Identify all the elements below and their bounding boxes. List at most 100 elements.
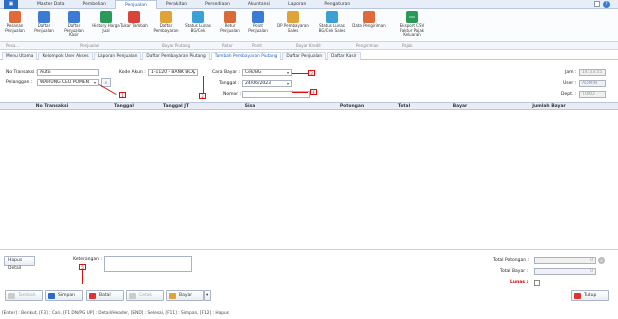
keterangan-textarea[interactable] [104,256,192,272]
tanggal-label: Tanggal : [219,81,240,86]
help-icon[interactable]: ? [603,1,610,8]
cashier-list-icon [68,11,80,23]
nomor-label: Nomor : [223,92,242,97]
save-icon [48,293,55,299]
app-menu-icon[interactable]: ▣ [4,0,18,9]
check-status-icon [192,11,204,23]
dept-label: Dept. : [561,92,577,97]
sales-check-status-icon [326,11,338,23]
chevron-down-icon: ▾ [206,293,209,298]
dept-field: TOKO [579,91,606,98]
jam-label: Jam : [565,70,577,75]
chevron-down-icon: ▾ [93,80,96,85]
undo-icon [89,293,96,299]
eksport-csv-button[interactable]: CSV Eksport CSV Faktur Pajak Keluaran [394,11,430,38]
group-pengiriman: Pengiriman [356,43,379,48]
tab-pengaturan[interactable]: Pengaturan [315,0,359,9]
batal-button[interactable]: Batal [86,290,124,301]
group-retur: Retur [222,43,233,48]
dp-pembayaran-sales-button[interactable]: DP Pembayaran Sales [276,11,310,33]
tab-perakitan[interactable]: Perakitan [157,0,196,9]
user-field: ADMIN [579,80,606,87]
annotation-arrow [292,73,308,74]
bayar-dropdown-button[interactable]: ▾ [204,290,211,301]
kode-akun-label: Kode Akun : [119,70,146,75]
annotation-marker-1: 1 [119,92,126,98]
total-bayar-field: 0 [534,268,596,275]
total-potongan-field: 0 [534,257,596,264]
payment-list-icon [160,11,172,23]
chevron-down-icon: ▾ [192,70,195,75]
tab-laporan-penjualan[interactable]: Laporan Penjualan [93,52,142,60]
group-bayar-kredit: Bayar Kredit [296,43,321,48]
bayar-button[interactable]: Bayar [166,290,204,301]
user-label: User : [563,81,577,86]
retur-penjualan-button[interactable]: Retur Penjualan [216,11,244,33]
simpan-button[interactable]: Simpan [45,290,83,301]
pesanan-penjualan-button[interactable]: Pesanan Penjualan [1,11,29,33]
tab-master-data[interactable]: Master Data [28,0,74,9]
tab-laporan[interactable]: Laporan [279,0,315,9]
status-lunas-bg-cek-button[interactable]: Status Lunas BG/Cek [184,11,212,33]
pelanggan-label: Pelanggan : [6,80,33,85]
order-icon [9,11,21,23]
cetak-button[interactable]: Cetak [126,290,164,301]
lunas-label: Lunas : [510,280,529,285]
point-penjualan-button[interactable]: Point Penjualan [244,11,272,33]
tab-daftar-kasir[interactable]: Daftar Kasir [327,52,361,60]
grid-body[interactable] [0,110,618,250]
annotation-arrow [82,268,83,284]
ribbon: Pesanan Penjualan Daftar Penjualan Dafta… [0,9,618,42]
group-pajak: Pajak [402,43,413,48]
cara-bayar-label: Cara Bayar : [212,70,240,75]
total-potongan-label: Total Potongan : [493,258,530,263]
daftar-penjualan-kasir-button[interactable]: Daftar Penjualan Kasir [60,11,88,38]
daftar-pembayaran-button[interactable]: Daftar Pembayaran [152,11,180,33]
tab-pembelian[interactable]: Pembelian [74,0,115,9]
grid-header: No Transaksi Tanggal Tanggal JT Sisa Pot… [0,102,618,110]
down-payment-icon [287,11,299,23]
tab-penjualan[interactable]: Penjualan [115,0,157,9]
data-pengiriman-button[interactable]: Data Pengiriman [352,11,386,29]
tutup-button[interactable]: Tutup [571,290,609,301]
group-point: Point [252,43,262,48]
history-harga-jual-button[interactable]: History Harga Jual [92,11,120,33]
annotation-arrow [292,92,308,93]
ribbon-group-row: Pesa... Penjualan Bayar Piutang Retur Po… [0,42,618,50]
chevron-down-icon: ▾ [286,70,289,75]
jam-field: 14:33:55 [579,69,606,76]
annotation-marker-4: 4 [310,89,317,95]
tukar-tambah-button[interactable]: Tukar Tambah [120,11,148,29]
csv-icon: CSV [406,11,418,23]
tab-tambah-pembayaran-piutang[interactable]: Tambah Pembayaran Piutang [210,52,282,60]
status-lunas-bg-cek-sales-button[interactable]: Status Lunas BG/Cek Sales [314,11,350,33]
tab-menu-utama[interactable]: Menu Utama [2,52,38,60]
tambah-button[interactable]: Tambah [5,290,43,301]
no-transaksi-label: No Transaksi : [6,70,38,75]
tanggal-field[interactable]: 24/06/2023 ▾ [242,80,292,87]
group-bayar-piutang: Bayar Piutang [162,43,190,48]
hapus-detail-button[interactable]: Hapus Detail [4,256,35,271]
minimize-ribbon-icon[interactable] [594,1,600,7]
cara-bayar-field[interactable]: Cek/BG ▾ [242,69,292,76]
tab-akuntansi[interactable]: Akuntansi [239,0,279,9]
lunas-checkbox[interactable] [534,280,540,286]
tab-daftar-penjualan[interactable]: Daftar Penjualan [282,52,327,60]
tab-persediaan[interactable]: Persediaan [196,0,239,9]
add-icon [8,293,15,299]
clear-icon[interactable]: × [598,257,605,264]
status-bar: [Enter] : Berikut, [F3] : Cari, [F1 DN/P… [2,311,229,316]
annotation-arrow [203,76,204,93]
exchange-icon [128,11,140,23]
document-tabs: Menu Utama Kelompok User Akses Laporan P… [0,51,618,60]
kode-akun-field[interactable]: 1-1120 - BANK BCA ▾ [148,69,198,76]
print-icon [129,293,136,299]
coins-icon [169,293,176,299]
daftar-penjualan-button[interactable]: Daftar Penjualan [30,11,58,33]
pelanggan-field[interactable]: WARUNG CEU POMEN ▾ [37,79,99,86]
no-transaksi-field[interactable]: Auto [37,69,99,76]
return-icon [224,11,236,23]
menu-bar: ▣ Master Data Pembelian Penjualan Peraki… [0,0,618,9]
tab-kelompok-user-akses[interactable]: Kelompok User Akses [38,52,93,60]
tab-daftar-pembayaran-piutang[interactable]: Daftar Pembayaran Piutang [142,52,210,60]
